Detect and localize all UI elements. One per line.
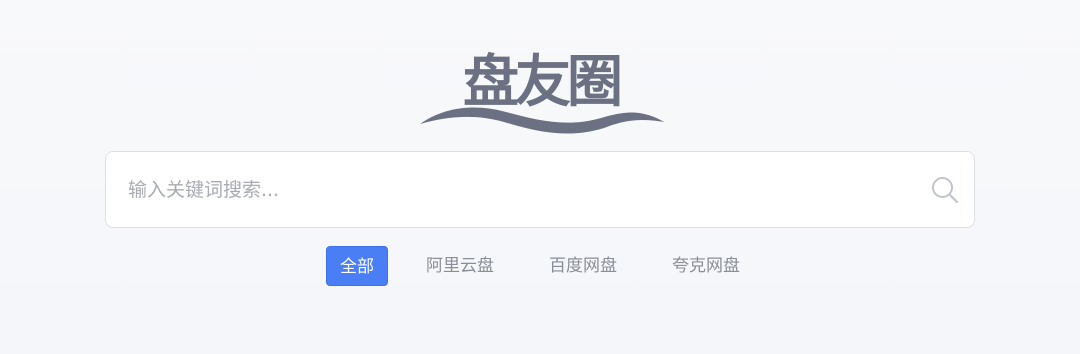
search-input[interactable] bbox=[128, 152, 908, 227]
tab-aliyun-drive[interactable]: 阿里云盘 bbox=[414, 246, 506, 286]
search-page: 盘友圈 全部 阿里云盘 百度网盘 夸克网盘 bbox=[0, 0, 1080, 354]
search-icon[interactable] bbox=[930, 175, 960, 205]
disk-filter-tabs: 全部 阿里云盘 百度网盘 夸克网盘 bbox=[0, 246, 1080, 286]
search-box bbox=[105, 151, 975, 228]
logo-wave-icon bbox=[420, 107, 664, 134]
tab-quark-netdisk[interactable]: 夸克网盘 bbox=[659, 246, 753, 286]
tab-baidu-netdisk[interactable]: 百度网盘 bbox=[536, 246, 630, 286]
tab-all[interactable]: 全部 bbox=[326, 246, 388, 286]
site-logo[interactable]: 盘友圈 bbox=[416, 50, 666, 134]
